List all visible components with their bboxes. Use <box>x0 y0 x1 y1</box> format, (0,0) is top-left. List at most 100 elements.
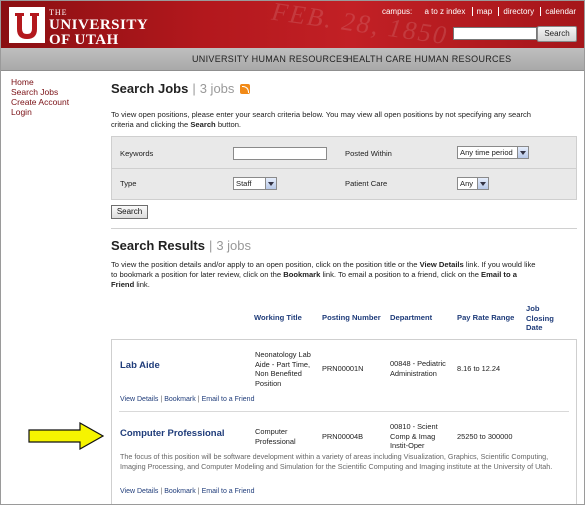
job-working-title: Neonatology Lab Aide - Part Time, Non Be… <box>255 350 311 388</box>
wt-line: Professional <box>255 436 296 446</box>
posted-within-label: Posted Within <box>345 149 392 158</box>
instr-2a: to bookmark a position for later review,… <box>111 270 284 279</box>
search-results-heading: Search Results | 3 jobs <box>111 238 252 253</box>
posted-within-value: Any time period <box>460 148 513 157</box>
instr-2c: link. To email a position to a friend, c… <box>320 270 482 279</box>
instr-3b: link. <box>134 280 150 289</box>
site-search-button[interactable]: Search <box>537 26 577 42</box>
job-posting-number: PRN00001N <box>322 364 364 373</box>
logo-university: UNIVERSITY <box>49 17 149 33</box>
link-a-to-z-index[interactable]: a to z index <box>420 7 469 16</box>
search-jobs-section: Search Jobs | 3 jobs <box>111 81 577 96</box>
instr-friend: Friend <box>111 280 135 289</box>
intro-line-1: To view open positions, please enter you… <box>111 110 532 119</box>
search-jobs-heading: Search Jobs | 3 jobs <box>111 81 577 96</box>
wt-line: Non Benefited <box>255 369 302 378</box>
patient-care-value: Any <box>460 179 474 188</box>
instr-email-a: Email to a <box>481 270 517 279</box>
job-pay-rate: 8.16 to 12.24 <box>457 364 501 373</box>
search-jobs-title: Search Jobs <box>111 81 189 96</box>
search-button[interactable]: Search <box>111 205 148 219</box>
wt-line: Position <box>255 378 282 388</box>
instr-1a: To view the position details and/or appl… <box>111 260 420 269</box>
sidebar-item-home[interactable]: Home <box>11 77 69 87</box>
sidebar-item-search-jobs[interactable]: Search Jobs <box>11 87 69 97</box>
job-title-link[interactable]: Computer Professional <box>120 428 225 439</box>
job-description: The focus of this position will be softw… <box>120 452 553 471</box>
instr-view-details: View Details <box>419 260 464 269</box>
col-job-closing-date[interactable]: Job Closing Date <box>526 304 566 333</box>
form-divider <box>112 168 576 169</box>
link-calendar[interactable]: calendar <box>540 7 580 16</box>
email-to-friend-link[interactable]: Email to a Friend <box>202 396 255 403</box>
sidebar-item-create-account[interactable]: Create Account <box>11 97 69 107</box>
row-divider <box>119 411 569 412</box>
arrow-right-icon <box>28 422 104 450</box>
chevron-down-icon <box>265 178 276 189</box>
dept-line: Administration <box>390 368 437 378</box>
instr-bookmark: Bookmark <box>283 270 321 279</box>
job-posting-number: PRN00004B <box>322 432 364 441</box>
view-details-link[interactable]: View Details <box>120 396 158 403</box>
search-results-count: 3 jobs <box>216 238 252 253</box>
site-header: FEB. 28, 1850 THE UNIVERSITY OF UTAH cam… <box>1 1 584 48</box>
chevron-down-icon <box>517 147 528 158</box>
sidebar-item-login[interactable]: Login <box>11 107 69 117</box>
logo-the: THE <box>49 8 68 17</box>
type-select[interactable]: Staff <box>233 177 277 190</box>
dept-line: Instit-Oper <box>390 441 425 450</box>
job-pay-rate: 25250 to 300000 <box>457 432 513 441</box>
search-form: Keywords Posted Within Any time period T… <box>111 136 577 200</box>
posted-within-select[interactable]: Any time period <box>457 146 529 159</box>
patient-care-label: Patient Care <box>345 179 388 188</box>
search-jobs-count: 3 jobs <box>199 81 235 96</box>
col-working-title[interactable]: Working Title <box>254 313 302 323</box>
section-divider <box>111 228 577 229</box>
page-frame: FEB. 28, 1850 THE UNIVERSITY OF UTAH cam… <box>0 0 585 505</box>
intro-line-2: criteria and clicking the <box>111 120 191 129</box>
top-links: campus: a to z index map directory calen… <box>382 7 580 16</box>
col-pay-rate-range[interactable]: Pay Rate Range <box>457 313 514 323</box>
dept-line: 00810 - Scient <box>390 422 438 431</box>
rss-feed-icon[interactable] <box>240 84 251 94</box>
link-map[interactable]: map <box>471 7 497 16</box>
chevron-down-icon <box>477 178 488 189</box>
view-details-link[interactable]: View Details <box>120 488 158 495</box>
intro-line-2-end: button. <box>215 120 242 129</box>
job-department: 00848 - Pediatric Administration <box>390 359 446 378</box>
email-to-friend-link[interactable]: Email to a Friend <box>202 488 255 495</box>
job-department: 00810 - Scient Comp & Imag Instit-Oper <box>390 422 438 451</box>
keywords-input[interactable] <box>233 147 327 160</box>
hr-nav-bar: UNIVERSITY HUMAN RESOURCES HEALTH CARE H… <box>1 48 584 71</box>
instr-1c: link. If you would like <box>463 260 536 269</box>
sidebar: Home Search Jobs Create Account Login <box>11 77 69 117</box>
keywords-label: Keywords <box>120 149 154 158</box>
campus-label: campus: <box>381 7 413 16</box>
type-value: Staff <box>236 179 252 188</box>
site-search-input[interactable] <box>453 27 537 40</box>
nav-health-care-hr[interactable]: HEALTH CARE HUMAN RESOURCES <box>346 54 511 64</box>
intro-search-word: Search <box>190 120 216 129</box>
job-row-links: View Details | Bookmark | Email to a Friend <box>120 396 255 403</box>
job-title-link[interactable]: Lab Aide <box>120 360 160 371</box>
university-u-logo-icon[interactable] <box>9 7 45 43</box>
col-posting-number[interactable]: Posting Number <box>322 313 381 323</box>
logo-of-utah: OF UTAH <box>49 32 119 48</box>
link-directory[interactable]: directory <box>498 7 539 16</box>
bookmark-link[interactable]: Bookmark <box>164 488 196 495</box>
search-results-title: Search Results <box>111 238 205 253</box>
dept-line: Comp & Imag <box>390 431 436 441</box>
logo-wordmark[interactable]: THE UNIVERSITY OF UTAH <box>49 9 148 48</box>
nav-university-hr[interactable]: UNIVERSITY HUMAN RESOURCES <box>192 54 349 64</box>
job-working-title: Computer Professional <box>255 427 296 446</box>
job-row-links: View Details | Bookmark | Email to a Friend <box>120 488 255 495</box>
type-label: Type <box>120 179 137 188</box>
col-department[interactable]: Department <box>390 313 432 323</box>
wt-line: Neonatology Lab <box>255 350 311 359</box>
dept-line: 00848 - Pediatric <box>390 359 446 368</box>
wt-line: Computer <box>255 427 288 436</box>
patient-care-select[interactable]: Any <box>457 177 489 190</box>
bookmark-link[interactable]: Bookmark <box>164 396 196 403</box>
results-instructions: To view the position details and/or appl… <box>111 260 573 290</box>
search-intro-text: To view open positions, please enter you… <box>111 110 577 130</box>
